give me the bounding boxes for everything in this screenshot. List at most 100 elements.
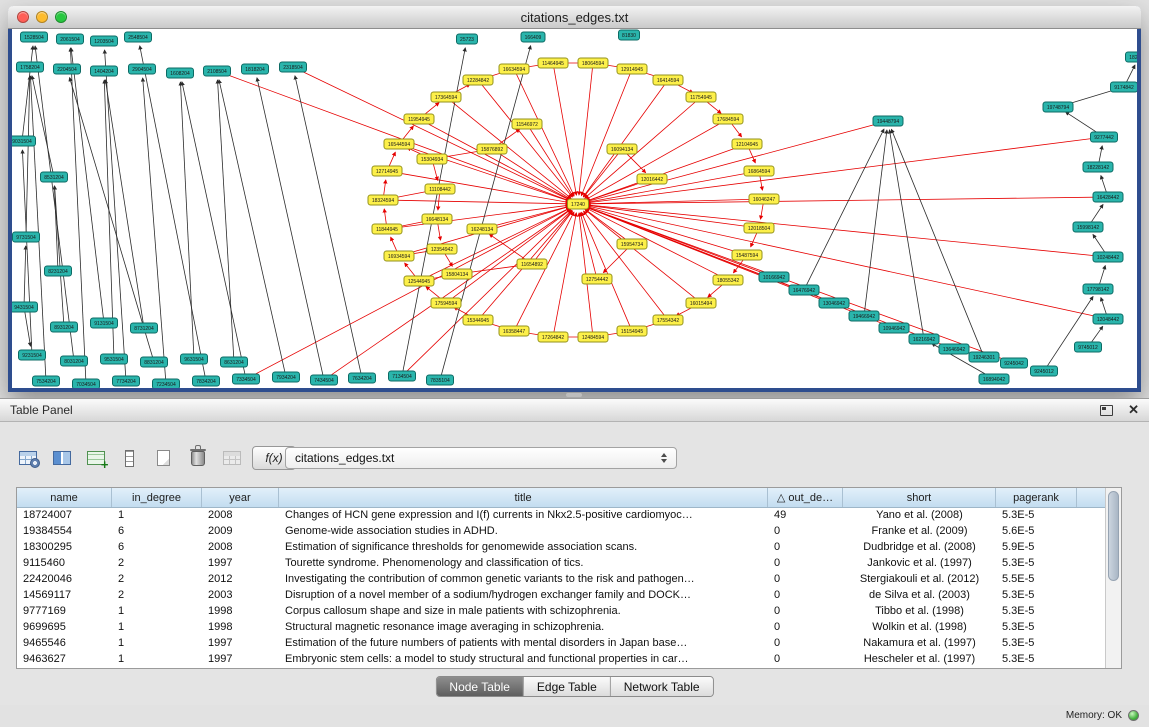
- graph-node[interactable]: 1608204: [167, 68, 194, 78]
- graph-node[interactable]: 17240: [568, 199, 589, 209]
- graph-node[interactable]: 15344945: [463, 315, 493, 325]
- graph-node[interactable]: 11546972: [512, 119, 542, 129]
- graph-node[interactable]: 12354942: [427, 244, 457, 254]
- graph-node[interactable]: 16414594: [653, 75, 683, 85]
- graph-node[interactable]: 19246301: [969, 352, 999, 362]
- graph-node[interactable]: 18228142: [1083, 162, 1113, 172]
- column-header-out_de[interactable]: △ out_de…: [768, 488, 843, 507]
- column-header-in_degree[interactable]: in_degree: [112, 488, 202, 507]
- graph-node[interactable]: 18064594: [578, 58, 608, 68]
- graph-node[interactable]: 9245042: [1001, 358, 1028, 368]
- graph-node[interactable]: 7934204: [273, 372, 300, 382]
- splitter-handle[interactable]: [566, 393, 582, 397]
- graph-node[interactable]: 8231204: [45, 266, 72, 276]
- graph-node[interactable]: 8531204: [41, 172, 68, 182]
- graph-node[interactable]: 16094134: [607, 144, 637, 154]
- tab-node-table[interactable]: Node Table: [436, 677, 524, 696]
- graph-node[interactable]: 12018504: [744, 223, 774, 233]
- graph-node[interactable]: 12104945: [732, 139, 762, 149]
- graph-node[interactable]: 9745012: [1075, 342, 1102, 352]
- table-row[interactable]: 946554611997Estimation of the future num…: [17, 635, 1106, 651]
- graph-node[interactable]: 16216942: [909, 334, 939, 344]
- graph-node[interactable]: 8631204: [221, 357, 248, 367]
- table-scrollbar-thumb[interactable]: [1108, 491, 1119, 581]
- graph-node[interactable]: 7835104: [427, 375, 454, 385]
- close-window-button[interactable]: [17, 11, 29, 23]
- column-header-title[interactable]: title: [279, 488, 768, 507]
- select-columns-button[interactable]: [48, 445, 75, 471]
- table-settings-button[interactable]: [14, 445, 41, 471]
- graph-node[interactable]: 81830: [619, 30, 640, 40]
- new-table-button[interactable]: [150, 445, 177, 471]
- graph-node[interactable]: 18324594: [368, 195, 398, 205]
- graph-node[interactable]: 12754442: [582, 274, 612, 284]
- table-row[interactable]: 911546021997Tourette syndrome. Phenomeno…: [17, 555, 1106, 571]
- graph-node[interactable]: 16248134: [467, 224, 497, 234]
- row-options-button[interactable]: [116, 445, 143, 471]
- tab-edge-table[interactable]: Edge Table: [524, 677, 611, 696]
- column-header-pagerank[interactable]: pagerank: [996, 488, 1077, 507]
- minimize-window-button[interactable]: [36, 11, 48, 23]
- graph-node[interactable]: 18055342: [713, 275, 743, 285]
- graph-node[interactable]: 7334504: [233, 374, 260, 384]
- graph-node[interactable]: 15154945: [617, 326, 647, 336]
- graph-node[interactable]: 8931204: [51, 322, 78, 332]
- graph-node[interactable]: 12714945: [372, 166, 402, 176]
- graph-node[interactable]: 16428442: [1093, 192, 1123, 202]
- graph-node[interactable]: 9031504: [12, 136, 36, 146]
- graph-node[interactable]: 16544594: [384, 139, 414, 149]
- graph-node[interactable]: 7734204: [113, 376, 140, 386]
- column-header-name[interactable]: name: [17, 488, 112, 507]
- graph-node[interactable]: 11654892: [517, 259, 547, 269]
- graph-node[interactable]: 16634594: [499, 64, 529, 74]
- graph-node[interactable]: 2904504: [129, 64, 156, 74]
- graph-node[interactable]: 16894042: [979, 374, 1009, 384]
- graph-node[interactable]: 12914945: [617, 64, 647, 74]
- graph-node[interactable]: 15304934: [417, 154, 447, 164]
- graph-node[interactable]: 17554342: [653, 315, 683, 325]
- graph-node[interactable]: 11464945: [538, 58, 568, 68]
- graph-node[interactable]: 11754945: [686, 92, 716, 102]
- graph-node[interactable]: 15876892: [477, 144, 507, 154]
- graph-node[interactable]: 12544945: [404, 276, 434, 286]
- table-row[interactable]: 1456911722003Disruption of a novel membe…: [17, 587, 1106, 603]
- column-header-short[interactable]: short: [843, 488, 996, 507]
- graph-node[interactable]: 2108504: [204, 66, 231, 76]
- graph-node[interactable]: 1404204: [91, 66, 118, 76]
- graph-node[interactable]: 7034504: [73, 379, 100, 388]
- graph-node[interactable]: 16358447: [499, 326, 529, 336]
- graph-node[interactable]: 7634204: [349, 373, 376, 383]
- graph-node[interactable]: 19748794: [1043, 102, 1073, 112]
- table-row[interactable]: 977716911998Corpus callosum shape and si…: [17, 603, 1106, 619]
- import-table-button[interactable]: [82, 445, 109, 471]
- graph-node[interactable]: 9131504: [91, 318, 118, 328]
- graph-node[interactable]: 1203504: [91, 36, 118, 46]
- graph-node[interactable]: 15954734: [617, 239, 647, 249]
- graph-node[interactable]: 166409: [521, 32, 545, 42]
- graph-node[interactable]: 9431504: [12, 302, 38, 312]
- graph-node[interactable]: 16046247: [749, 194, 779, 204]
- network-view-canvas[interactable]: 1724016046247120185041548759418055342160…: [12, 29, 1137, 388]
- delete-table-button[interactable]: [184, 445, 211, 471]
- graph-node[interactable]: 10166942: [759, 272, 789, 282]
- table-scrollbar[interactable]: [1105, 488, 1121, 668]
- graph-node[interactable]: 17364594: [431, 92, 461, 102]
- graph-node[interactable]: 17264842: [538, 332, 568, 342]
- graph-node[interactable]: 17594594: [431, 298, 461, 308]
- graph-node[interactable]: 7234504: [153, 379, 180, 388]
- graph-node[interactable]: 11954945: [404, 114, 434, 124]
- graph-node[interactable]: 7134504: [389, 371, 416, 381]
- graph-node[interactable]: 2204504: [54, 64, 81, 74]
- graph-node[interactable]: 17684594: [713, 114, 743, 124]
- graph-node[interactable]: 13046942: [819, 298, 849, 308]
- graph-node[interactable]: 12484594: [578, 332, 608, 342]
- graph-node[interactable]: 2318504: [280, 62, 307, 72]
- graph-node[interactable]: 9231504: [19, 350, 46, 360]
- graph-node[interactable]: 12048442: [1093, 314, 1123, 324]
- graph-node[interactable]: 2061504: [57, 34, 84, 44]
- graph-node[interactable]: 1818204: [242, 64, 269, 74]
- graph-node[interactable]: 15804134: [442, 269, 472, 279]
- graph-node[interactable]: 1528504: [21, 32, 48, 42]
- graph-node[interactable]: 16934594: [384, 251, 414, 261]
- zoom-window-button[interactable]: [55, 11, 67, 23]
